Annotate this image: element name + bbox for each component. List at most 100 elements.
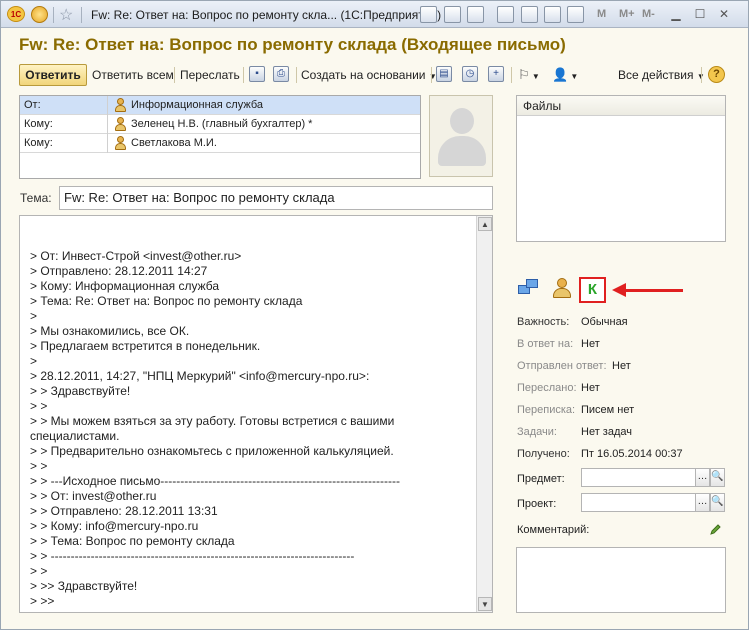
print-icon[interactable]: ⎙ — [273, 66, 289, 82]
memory-m-button[interactable]: M — [597, 8, 606, 20]
save-icon[interactable]: ▪ — [249, 66, 265, 82]
contact-icon[interactable] — [553, 278, 571, 298]
address-value-text: Информационная служба — [131, 99, 263, 111]
address-row-to[interactable]: Кому: Зеленец Н.В. (главный бухгалтер) * — [20, 115, 420, 134]
memory-plus-button[interactable]: M+ — [619, 8, 635, 20]
bookmark-icon[interactable] — [521, 6, 538, 23]
importance-row: Важность: Обычная — [517, 316, 628, 328]
importance-value: Обычная — [581, 316, 628, 328]
address-label: Кому: — [20, 134, 108, 153]
body-line: > > Предварительно ознакомьтесь с прилож… — [30, 444, 394, 458]
files-header: Файлы — [517, 96, 725, 116]
body-line: > > — [30, 399, 48, 413]
comment-field[interactable] — [516, 547, 726, 613]
scroll-up-icon[interactable]: ▲ — [478, 217, 492, 231]
forwarded-row: Переслано: Нет — [517, 382, 600, 394]
dropdown-arrow-icon: ▼ — [568, 72, 579, 81]
memory-minus-button[interactable]: M- — [642, 8, 655, 20]
plus-grid-icon[interactable]: + — [488, 66, 504, 82]
reply-all-button[interactable]: Ответить всем — [92, 64, 174, 86]
add-contact-dropdown[interactable]: 👤 ▼ — [552, 64, 578, 86]
address-value: Светлакова М.И. — [109, 134, 419, 153]
save-icon[interactable] — [420, 6, 437, 23]
avatar-head — [450, 108, 474, 134]
forward-icon[interactable] — [497, 6, 514, 23]
tasks-label: Задачи: — [517, 426, 557, 438]
body-line: > > Тема: Вопрос по ремонту склада — [30, 534, 235, 548]
create-based-on-label: Создать на основании — [301, 68, 426, 82]
window-title: Fw: Re: Ответ на: Вопрос по ремонту скла… — [91, 8, 442, 22]
importance-label: Важность: — [517, 316, 570, 328]
history-icon[interactable] — [544, 6, 561, 23]
reply-sent-label: Отправлен ответ: — [517, 360, 607, 372]
address-row-from[interactable]: От: Информационная служба — [20, 96, 420, 115]
search-icon[interactable]: 🔍 — [710, 493, 725, 512]
received-row: Получено: Пт 16.05.2014 00:37 — [517, 448, 683, 460]
flag-dropdown[interactable]: ⚐ ▼ — [518, 64, 540, 86]
help-icon[interactable]: ? — [708, 66, 725, 83]
calculator-icon[interactable] — [567, 6, 584, 23]
body-line: > >> Здравствуйте! — [30, 579, 138, 593]
body-line: > > Здравствуйте! — [30, 384, 131, 398]
reply-sent-value: Нет — [612, 360, 631, 372]
document-window: 1С ☆ Fw: Re: Ответ на: Вопрос по ремонту… — [0, 0, 749, 630]
subject-matter-field[interactable]: … 🔍 — [581, 468, 725, 487]
received-label: Получено: — [517, 448, 570, 460]
create-based-on-dropdown[interactable]: Создать на основании ▼ — [301, 64, 437, 86]
add-user-icon: 👤 — [552, 67, 569, 82]
select-ellipsis-button[interactable]: … — [695, 493, 710, 512]
tasks-row: Задачи: Нет задач — [517, 426, 632, 438]
address-label: Кому: — [20, 115, 108, 134]
body-line: > > ---Исходное письмо------------------… — [30, 474, 401, 488]
address-table: От: Информационная служба Кому: Зеленец … — [19, 95, 421, 179]
forwarded-label: Переслано: — [517, 382, 577, 394]
edit-icon[interactable] — [467, 6, 484, 23]
reply-button[interactable]: Ответить — [19, 64, 87, 86]
avatar-body — [438, 136, 486, 166]
maximize-icon[interactable]: ☐ — [691, 6, 709, 23]
files-panel[interactable]: Файлы — [516, 95, 726, 242]
address-value: Зеленец Н.В. (главный бухгалтер) * — [109, 115, 419, 134]
in-reply-to-row: В ответ на: Нет — [517, 338, 600, 350]
body-line: > > — [30, 564, 48, 578]
print-icon[interactable] — [444, 6, 461, 23]
body-line: > > От: invest@other.ru — [30, 489, 157, 503]
title-separator — [81, 7, 82, 23]
favorite-star-icon[interactable]: ☆ — [59, 5, 73, 25]
body-line: > Отправлено: 28.12.2011 14:27 — [30, 264, 208, 278]
body-line: > 28.12.2011, 14:27, "НПЦ Меркурий" <inf… — [30, 369, 370, 383]
body-line: > Мы ознакомились, все ОК. — [30, 324, 190, 338]
body-line: > От: Инвест-Строй <invest@other.ru> — [30, 249, 242, 263]
all-actions-dropdown[interactable]: Все действия ▼ — [618, 64, 705, 86]
annotation-arrow-line — [625, 289, 683, 292]
project-label: Проект: — [517, 498, 557, 510]
minimize-icon[interactable]: ▁ — [667, 6, 685, 23]
address-row-to[interactable]: Кому: Светлакова М.И. — [20, 134, 420, 153]
toolbar-separator — [174, 67, 175, 83]
body-line: > Кому: Информационная служба — [30, 279, 220, 293]
document-flow-icon[interactable]: ▤ — [436, 66, 452, 82]
pencil-icon[interactable] — [709, 523, 722, 536]
annotation-arrow-head — [612, 283, 626, 297]
thread-label: Переписка: — [517, 404, 576, 416]
sender-avatar — [429, 95, 493, 177]
main-menu-icon[interactable] — [31, 6, 48, 23]
forward-button[interactable]: Переслать — [180, 64, 240, 86]
thread-row: Переписка: Писем нет — [517, 404, 634, 416]
project-field[interactable]: … 🔍 — [581, 493, 725, 512]
page-title: Fw: Re: Ответ на: Вопрос по ремонту скла… — [19, 35, 566, 54]
body-scrollbar[interactable]: ▲ ▼ — [476, 216, 492, 612]
search-icon[interactable]: 🔍 — [710, 468, 725, 487]
app-logo-icon[interactable]: 1С — [7, 6, 25, 22]
select-ellipsis-button[interactable]: … — [695, 468, 710, 487]
title-separator — [53, 7, 54, 23]
reply-sent-row: Отправлен ответ: Нет — [517, 360, 631, 372]
body-line: > > Кому: info@mercury-npo.ru — [30, 519, 199, 533]
clock-icon[interactable]: ◷ — [462, 66, 478, 82]
scroll-down-icon[interactable]: ▼ — [478, 597, 492, 611]
k-marker-icon[interactable]: К — [579, 277, 606, 303]
message-body[interactable]: > От: Инвест-Строй <invest@other.ru> > О… — [19, 215, 493, 613]
network-icon[interactable] — [518, 279, 540, 299]
subject-field[interactable]: Fw: Re: Ответ на: Вопрос по ремонту скла… — [59, 186, 493, 210]
close-icon[interactable]: ✕ — [715, 6, 733, 23]
